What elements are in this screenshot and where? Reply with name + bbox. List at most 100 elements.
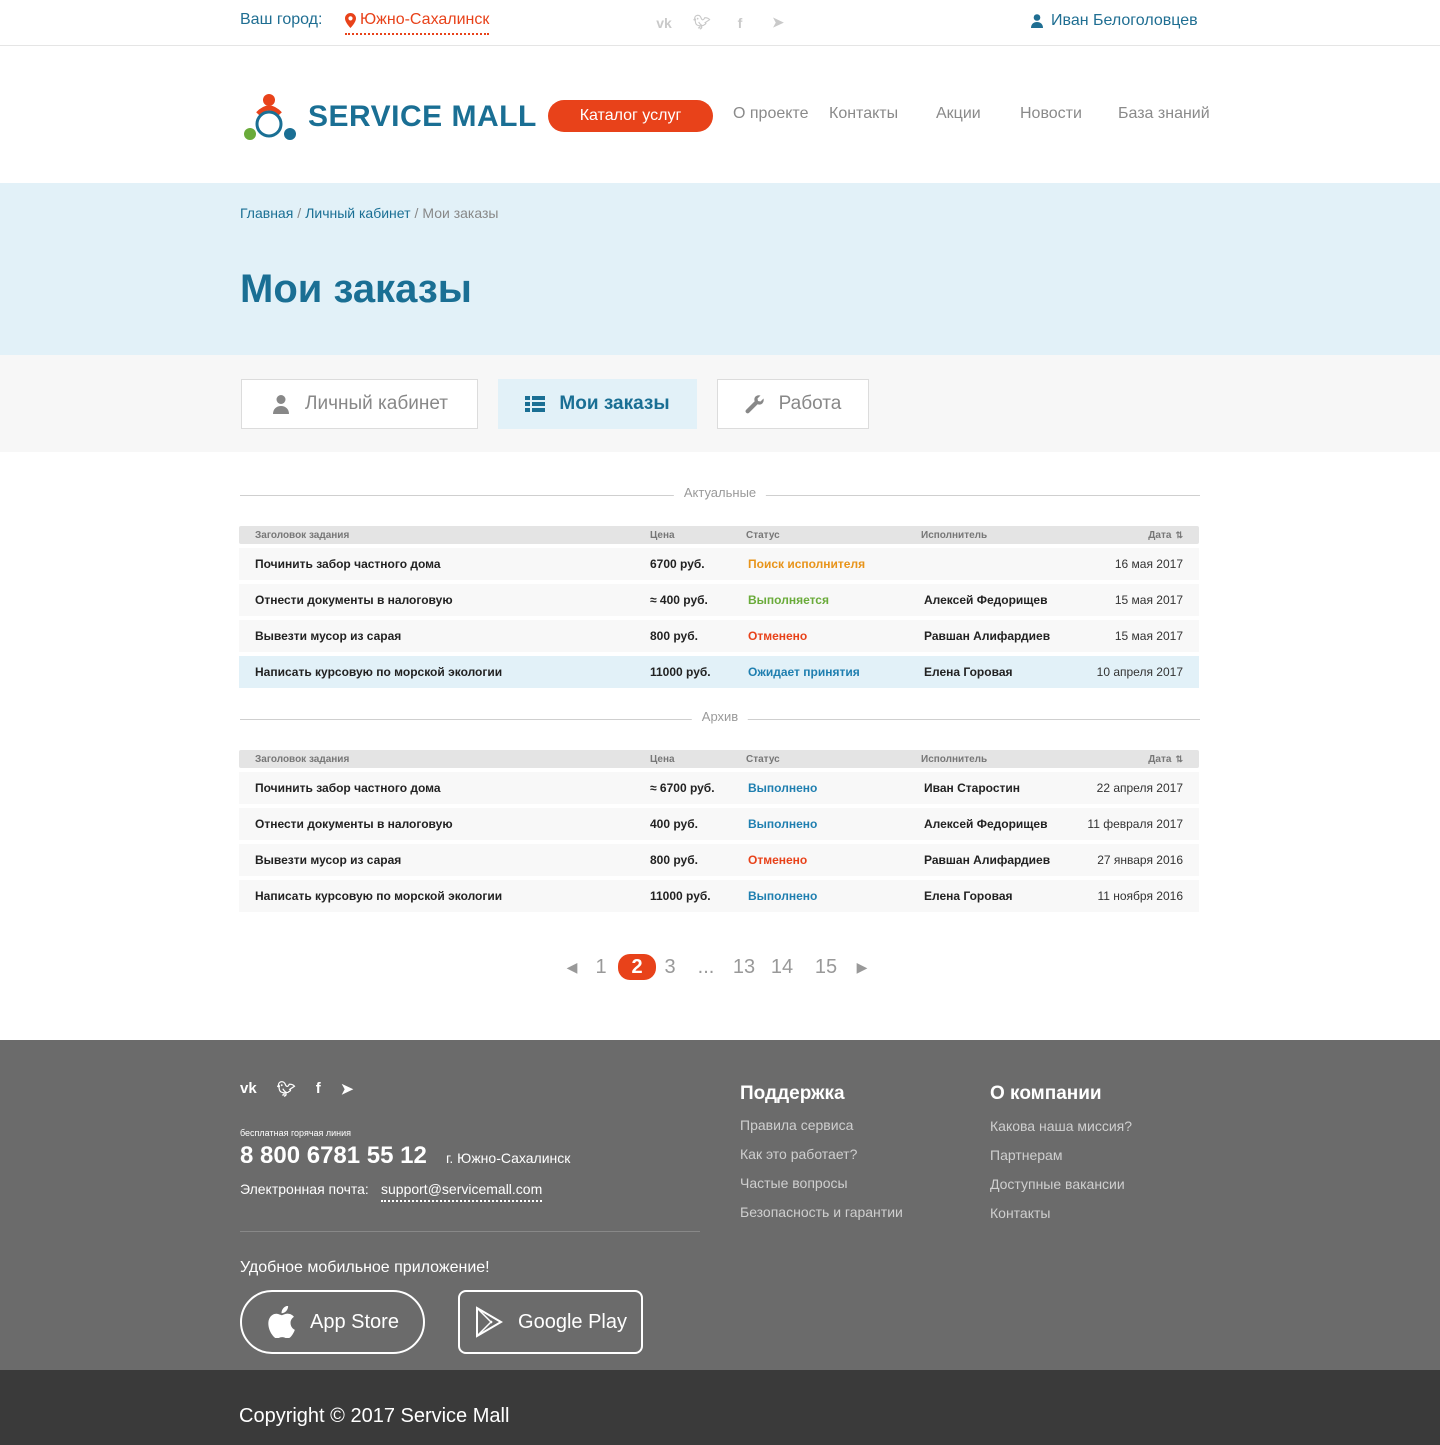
column-date-header[interactable]: Дата ⇅ bbox=[1148, 754, 1183, 765]
order-date: 16 мая 2017 bbox=[1114, 557, 1183, 571]
table-row[interactable]: Написать курсовую по морской экологии 110… bbox=[239, 656, 1199, 688]
order-title[interactable]: Вывезти мусор из сарая bbox=[255, 853, 401, 867]
support-title: Поддержка bbox=[740, 1083, 845, 1104]
city-label: Ваш город: bbox=[240, 11, 323, 28]
order-executor: Равшан Алифардиев bbox=[924, 853, 1051, 867]
copyright-text: Copyright © 2017 Service Mall bbox=[239, 1405, 510, 1427]
order-date: 11 ноября 2016 bbox=[1097, 889, 1183, 903]
page-link[interactable]: 1 bbox=[584, 956, 618, 979]
support-link-safety[interactable]: Безопасность и гарантии bbox=[740, 1204, 903, 1220]
copyright-bar: Copyright © 2017 Service Mall bbox=[0, 1370, 1440, 1445]
support-link-how-it-works[interactable]: Как это работает? bbox=[740, 1146, 857, 1162]
order-title[interactable]: Отнести документы в налоговую bbox=[255, 817, 453, 831]
page-link[interactable]: 13 bbox=[728, 956, 760, 979]
table-row[interactable]: Отнести документы в налоговую ≈ 400 руб. В… bbox=[239, 584, 1199, 616]
tab-work[interactable]: Работа bbox=[717, 379, 869, 429]
nav-news[interactable]: Новости bbox=[1020, 105, 1082, 123]
hotline-phone[interactable]: 8 800 6781 55 12 bbox=[240, 1142, 427, 1170]
nav-promotions[interactable]: Акции bbox=[936, 105, 981, 123]
page-current[interactable]: 2 bbox=[618, 954, 656, 980]
wrench-icon bbox=[745, 395, 764, 414]
tab-label: Работа bbox=[778, 393, 842, 414]
table-row[interactable]: Вывезти мусор из сарая 800 руб. Отменено Ра… bbox=[239, 620, 1199, 652]
breadcrumb-cabinet[interactable]: Личный кабинет bbox=[305, 205, 410, 221]
order-date: 22 апреля 2017 bbox=[1096, 781, 1183, 795]
support-link-rules[interactable]: Правила сервиса bbox=[740, 1117, 853, 1133]
breadcrumb-separator: / bbox=[297, 205, 302, 221]
twitter-icon[interactable]: 🐦︎ bbox=[693, 14, 711, 31]
table-row[interactable]: Отнести документы в налоговую 400 руб. Вып… bbox=[239, 808, 1199, 840]
company-link-partners[interactable]: Партнерам bbox=[990, 1147, 1062, 1163]
support-link-faq[interactable]: Частые вопросы bbox=[740, 1175, 848, 1191]
facebook-icon[interactable]: f bbox=[316, 1080, 321, 1098]
account-tabs: Личный кабинет Мои заказы Работа bbox=[0, 355, 1440, 452]
table-row[interactable]: Написать курсовую по морской экологии 110… bbox=[239, 880, 1199, 912]
prev-page-icon[interactable]: ◀ bbox=[560, 959, 584, 976]
page-link[interactable]: 15 bbox=[804, 956, 848, 979]
city-selector[interactable]: Южно-Сахалинск bbox=[345, 11, 490, 35]
logo[interactable]: SERVICE MALL bbox=[240, 92, 537, 142]
telegram-icon[interactable]: ➤ bbox=[769, 14, 787, 31]
archive-orders-label: Архив bbox=[691, 709, 749, 724]
next-page-icon[interactable]: ▶ bbox=[848, 959, 876, 976]
sort-icon[interactable]: ⇅ bbox=[1175, 530, 1183, 541]
order-status: Выполнено bbox=[748, 889, 818, 903]
column-executor-header: Исполнитель bbox=[921, 530, 988, 541]
table-row[interactable]: Починить забор частного дома ≈ 6700 руб. В… bbox=[239, 772, 1199, 804]
tab-personal-cabinet[interactable]: Личный кабинет bbox=[241, 379, 478, 429]
current-orders-divider: Актуальные bbox=[240, 485, 1200, 505]
order-status: Отменено bbox=[748, 629, 808, 643]
order-status: Отменено bbox=[748, 853, 808, 867]
telegram-icon[interactable]: ➤ bbox=[341, 1080, 354, 1098]
breadcrumb-home[interactable]: Главная bbox=[240, 205, 293, 221]
nav-contacts[interactable]: Контакты bbox=[829, 105, 898, 123]
archive-orders-table: Заголовок задания Цена Статус Исполнител… bbox=[239, 750, 1199, 912]
current-orders-label: Актуальные bbox=[673, 485, 767, 500]
table-row[interactable]: Починить забор частного дома 6700 руб. Пои… bbox=[239, 548, 1199, 580]
page-link[interactable]: 14 bbox=[760, 956, 804, 979]
column-price-header: Цена bbox=[650, 754, 675, 765]
order-executor: Алексей Федорищев bbox=[924, 593, 1048, 607]
order-executor: Иван Старостин bbox=[924, 781, 1020, 795]
date-header-label: Дата bbox=[1148, 754, 1172, 765]
table-row[interactable]: Вывезти мусор из сарая 800 руб. Отменено Ра… bbox=[239, 844, 1199, 876]
sort-icon[interactable]: ⇅ bbox=[1175, 754, 1183, 765]
nav-knowledge-base[interactable]: База знаний bbox=[1118, 105, 1210, 123]
catalog-button[interactable]: Каталог услуг bbox=[548, 100, 713, 132]
order-title[interactable]: Отнести документы в налоговую bbox=[255, 593, 453, 607]
logo-mark-icon bbox=[244, 94, 296, 140]
page-link[interactable]: 3 bbox=[656, 956, 684, 979]
app-store-button[interactable]: App Store bbox=[240, 1290, 425, 1354]
order-title[interactable]: Написать курсовую по морской экологии bbox=[255, 665, 502, 679]
vk-icon[interactable]: vk bbox=[240, 1080, 257, 1098]
twitter-icon[interactable]: 🐦︎ bbox=[277, 1080, 296, 1098]
order-status: Выполнено bbox=[748, 781, 818, 795]
facebook-icon[interactable]: f bbox=[731, 15, 749, 31]
footer-divider bbox=[240, 1231, 700, 1232]
support-email-link[interactable]: support@servicemall.com bbox=[381, 1181, 543, 1202]
user-icon bbox=[1031, 14, 1043, 28]
column-executor-header: Исполнитель bbox=[921, 754, 988, 765]
order-title[interactable]: Вывезти мусор из сарая bbox=[255, 629, 401, 643]
order-price: ≈ 400 руб. bbox=[650, 593, 708, 607]
order-price: 800 руб. bbox=[650, 629, 698, 643]
column-date-header[interactable]: Дата ⇅ bbox=[1148, 530, 1183, 541]
company-link-mission[interactable]: Какова наша миссия? bbox=[990, 1118, 1132, 1134]
user-profile-link[interactable]: Иван Белоголовцев bbox=[1031, 12, 1198, 30]
list-icon bbox=[525, 396, 546, 412]
google-play-button[interactable]: Google Play bbox=[458, 1290, 643, 1354]
order-title[interactable]: Починить забор частного дома bbox=[255, 781, 441, 795]
user-name: Иван Белоголовцев bbox=[1051, 12, 1198, 29]
column-title-header: Заголовок задания bbox=[255, 530, 350, 541]
order-status: Выполняется bbox=[748, 593, 829, 607]
user-icon bbox=[273, 395, 290, 414]
nav-about[interactable]: О проекте bbox=[733, 105, 808, 123]
order-title[interactable]: Написать курсовую по морской экологии bbox=[255, 889, 502, 903]
tab-my-orders[interactable]: Мои заказы bbox=[498, 379, 697, 429]
vk-icon[interactable]: vk bbox=[655, 15, 673, 31]
company-link-vacancies[interactable]: Доступные вакансии bbox=[990, 1176, 1125, 1192]
company-link-contacts[interactable]: Контакты bbox=[990, 1205, 1050, 1221]
order-status: Выполнено bbox=[748, 817, 818, 831]
order-title[interactable]: Починить забор частного дома bbox=[255, 557, 441, 571]
footer-city: г. Южно-Сахалинск bbox=[446, 1150, 571, 1166]
